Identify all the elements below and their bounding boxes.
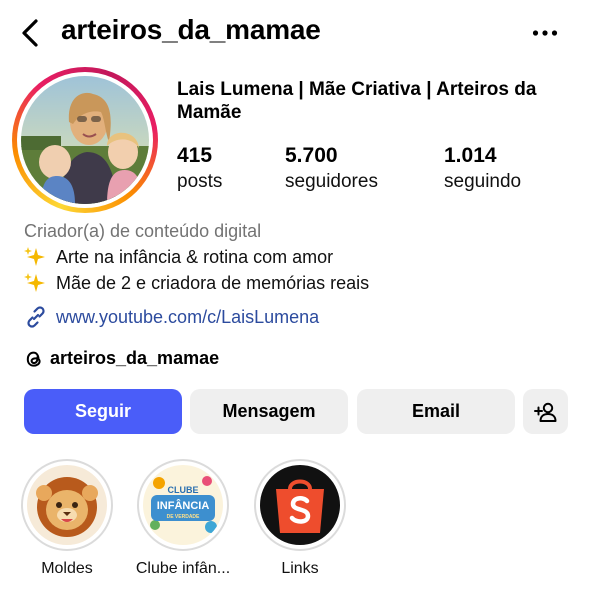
back-button[interactable] xyxy=(14,16,46,50)
profile-header: arteiros_da_mamae xyxy=(0,0,591,68)
stat-label: seguidores xyxy=(285,171,378,192)
sparkles-icon xyxy=(24,273,45,292)
more-options-button[interactable] xyxy=(528,20,562,46)
highlight-links[interactable]: Links xyxy=(245,459,355,578)
highlight-label: Moldes xyxy=(41,560,93,577)
svg-text:CLUBE: CLUBE xyxy=(168,485,199,495)
avatar xyxy=(21,76,149,204)
display-name: Lais Lumena | Mãe Criativa | Arteiros da… xyxy=(177,79,537,123)
profile-link[interactable]: www.youtube.com/c/LaisLumena xyxy=(24,305,319,329)
stat-followers[interactable]: 5.700 seguidores xyxy=(285,143,378,195)
email-button[interactable]: Email xyxy=(357,389,515,434)
stat-value: 5.700 xyxy=(285,144,338,167)
svg-text:INFÂNCIA: INFÂNCIA xyxy=(157,499,210,512)
bio-line: Arte na infância & rotina com amor xyxy=(24,246,333,268)
stat-label: seguindo xyxy=(444,171,522,192)
lion-icon xyxy=(27,465,107,545)
profile-username: arteiros_da_mamae xyxy=(61,14,321,45)
add-person-icon xyxy=(533,402,556,422)
highlight-moldes[interactable]: Moldes xyxy=(12,459,122,578)
avatar-photo xyxy=(21,76,149,204)
clube-infancia-logo: CLUBE INFÂNCIA DE VERDADE xyxy=(143,465,223,545)
threads-handle: arteiros_da_mamae xyxy=(50,348,220,368)
stat-label: posts xyxy=(177,171,223,192)
svg-text:DE VERDADE: DE VERDADE xyxy=(167,514,200,520)
profile-category: Criador(a) de conteúdo digital xyxy=(24,221,262,241)
suggested-users-button[interactable] xyxy=(523,389,568,434)
stat-posts[interactable]: 415 posts xyxy=(177,143,222,195)
stat-value: 1.014 xyxy=(444,144,497,167)
bio-text: Mãe de 2 e criadora de memórias reais xyxy=(56,272,370,293)
highlight-clube-infancia[interactable]: CLUBE INFÂNCIA DE VERDADE Clube infân... xyxy=(128,459,238,578)
link-text[interactable]: www.youtube.com/c/LaisLumena xyxy=(56,307,319,328)
highlight-label: Links xyxy=(281,560,319,577)
follow-button[interactable]: Seguir xyxy=(24,389,182,434)
stat-value: 415 xyxy=(177,144,213,167)
chevron-left-icon xyxy=(22,19,38,47)
highlight-label: Clube infân... xyxy=(135,560,231,577)
more-horizontal-icon xyxy=(532,30,558,36)
bio-line: Mãe de 2 e criadora de memórias reais xyxy=(24,272,369,294)
threads-icon xyxy=(26,351,41,367)
sparkles-icon xyxy=(24,247,45,266)
story-ring[interactable] xyxy=(12,67,158,213)
threads-badge[interactable]: arteiros_da_mamae xyxy=(24,348,219,369)
bio-text: Arte na infância & rotina com amor xyxy=(56,246,334,267)
link-icon xyxy=(27,306,45,328)
stat-following[interactable]: 1.014 seguindo xyxy=(444,143,521,195)
message-button[interactable]: Mensagem xyxy=(190,389,348,434)
shopee-bag-icon xyxy=(260,465,340,545)
